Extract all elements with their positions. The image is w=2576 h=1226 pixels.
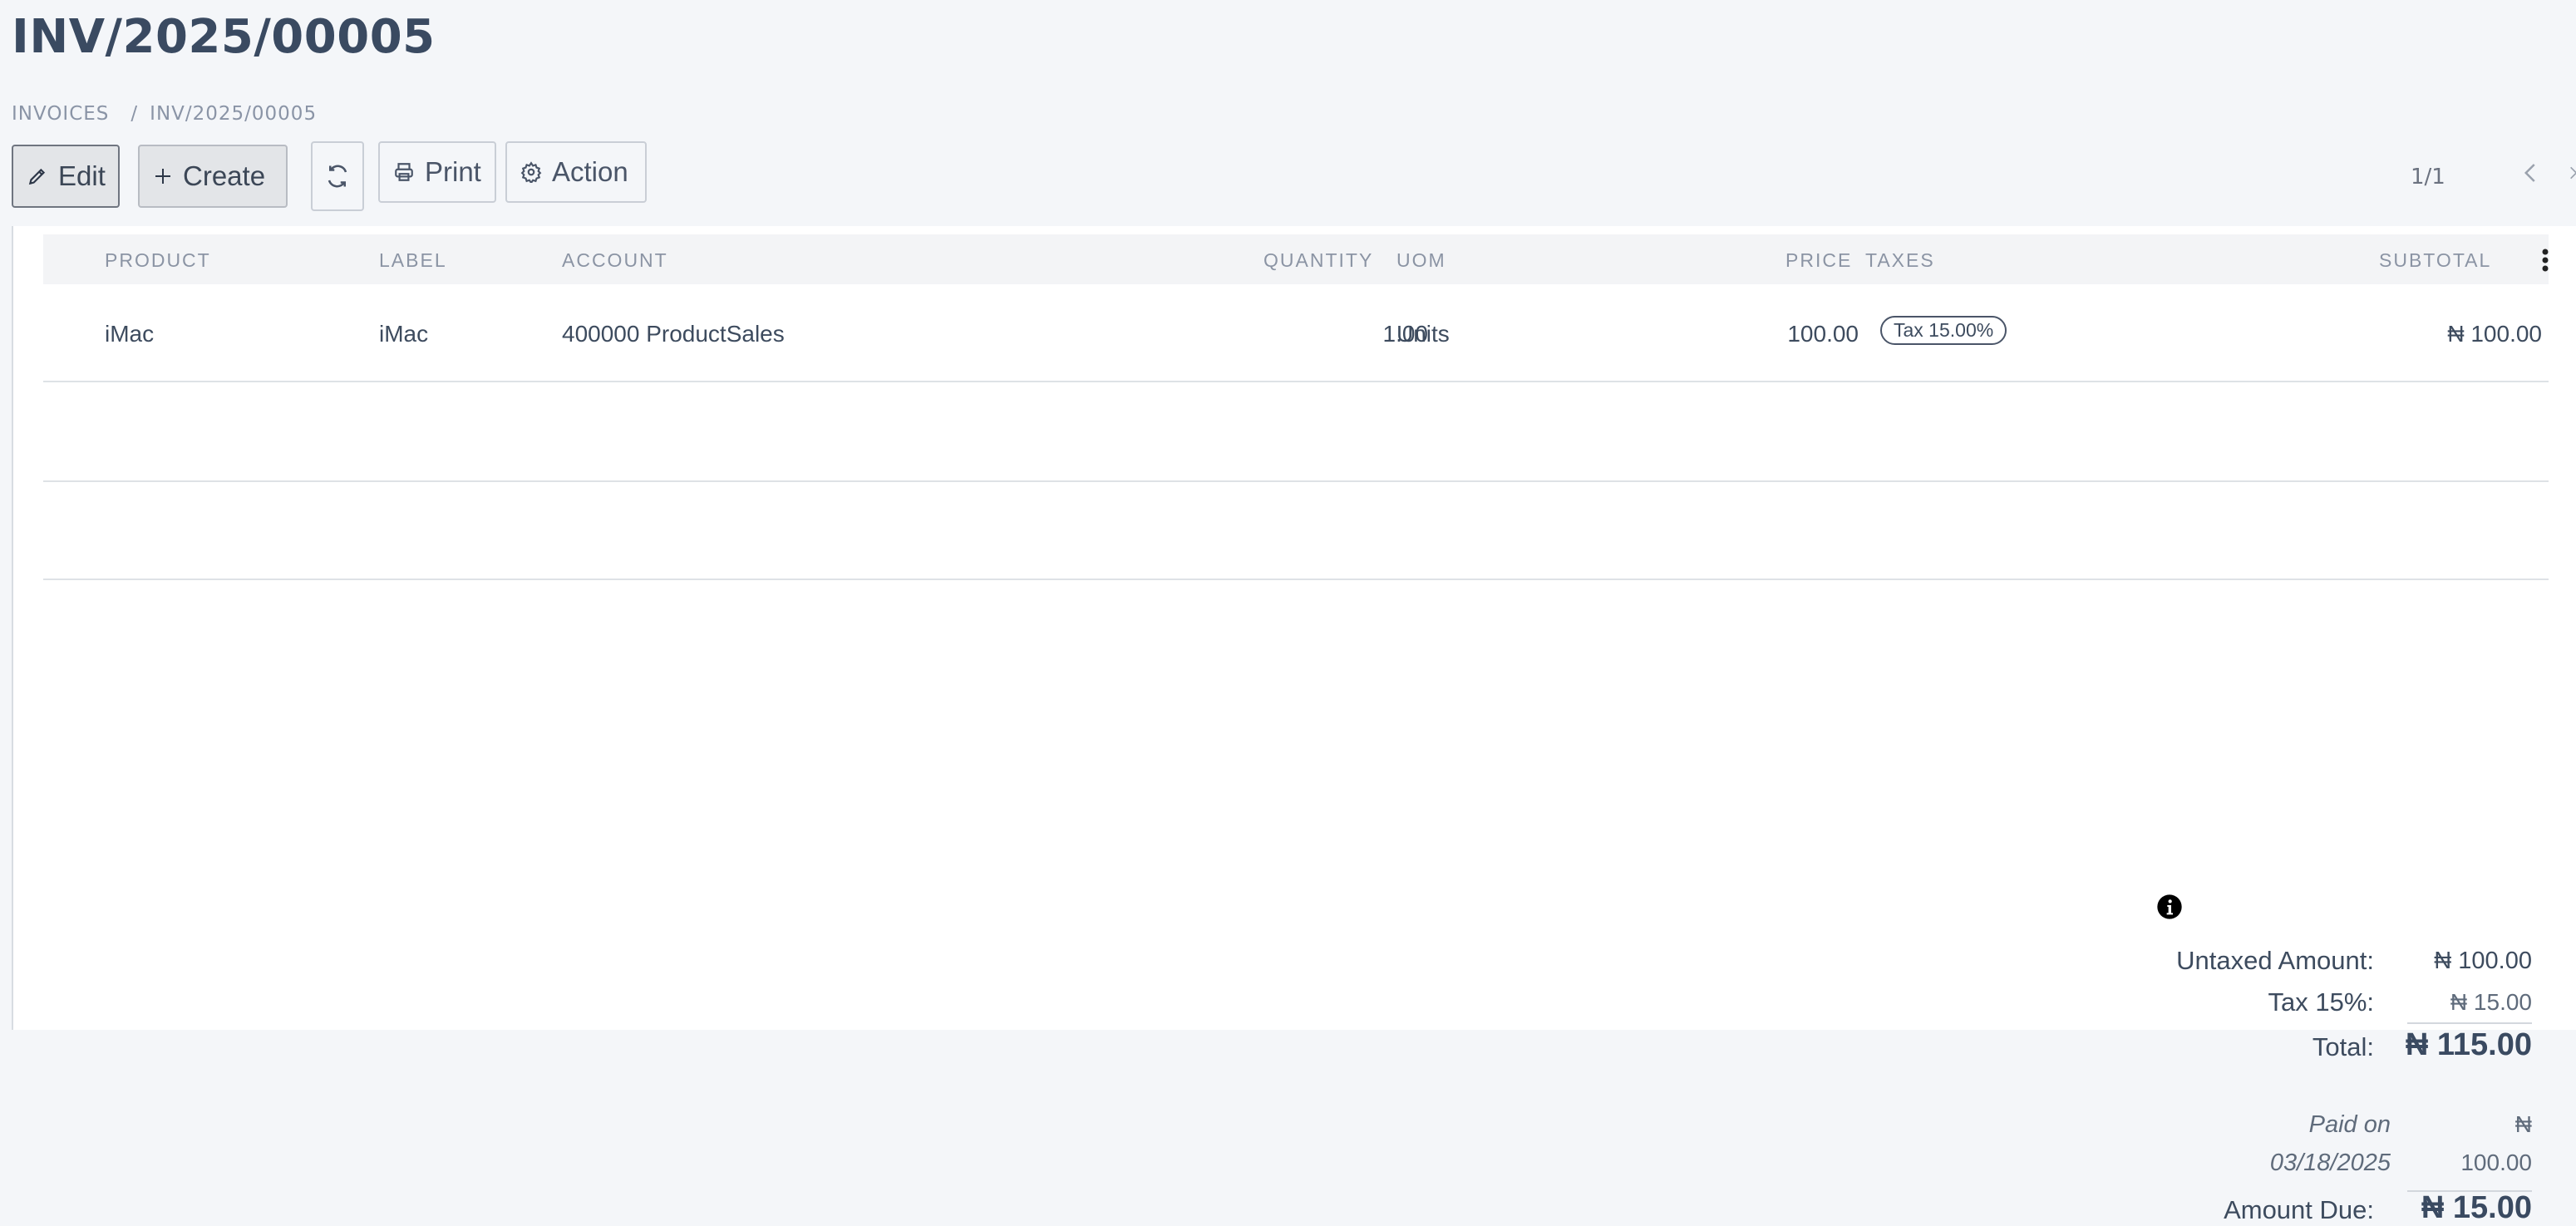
payment-date-line1[interactable]: Paid on	[2309, 1105, 2391, 1144]
divider	[2407, 1022, 2532, 1024]
page-title: INV/2025/00005	[12, 10, 436, 64]
tax-label: Tax 15%:	[2268, 987, 2374, 1017]
cell-label: iMac	[379, 321, 429, 347]
breadcrumb-separator: /	[131, 103, 139, 125]
untaxed-amount-label: Untaxed Amount:	[2176, 946, 2374, 975]
tax-value: ₦ 15.00	[2450, 989, 2532, 1015]
printer-icon	[395, 163, 413, 181]
create-button[interactable]: Create	[138, 145, 288, 208]
plus-icon	[155, 169, 170, 184]
payment-amount: 100.00	[2460, 1150, 2532, 1175]
tax-badge: Tax 15.00%	[1880, 316, 2007, 345]
untaxed-amount-value: ₦ 100.00	[2434, 948, 2532, 974]
breadcrumb-invoices-link[interactable]: INVOICES	[12, 103, 109, 125]
cell-product: iMac	[105, 321, 155, 347]
gear-icon	[520, 161, 542, 183]
total-value: ₦ 115.00	[2405, 1027, 2532, 1062]
action-button-label: Action	[552, 156, 628, 187]
column-header-subtotal[interactable]: SUBTOTAL	[2379, 249, 2491, 272]
column-header-product[interactable]: PRODUCT	[105, 249, 211, 272]
table-row[interactable]: iMac iMac 400000 ProductSales 1.00 Units…	[43, 284, 2549, 382]
payment-currency: ₦	[2514, 1111, 2532, 1137]
column-header-uom[interactable]: UOM	[1396, 249, 1446, 272]
cell-subtotal: ₦ 100.00	[2447, 321, 2542, 347]
column-header-price[interactable]: PRICE	[1785, 249, 1852, 272]
print-button-label: Print	[425, 156, 481, 187]
edit-button[interactable]: Edit	[12, 145, 120, 208]
column-options-icon[interactable]	[2541, 248, 2549, 273]
info-icon[interactable]	[2156, 894, 2183, 920]
empty-table-row	[43, 482, 2549, 580]
breadcrumb: INVOICES / INV/2025/00005	[12, 103, 317, 125]
print-button[interactable]: Print	[378, 141, 496, 203]
column-header-quantity[interactable]: QUANTITY	[1263, 249, 1373, 272]
pencil-icon	[28, 168, 46, 185]
create-button-label: Create	[183, 160, 266, 191]
edit-button-label: Edit	[58, 160, 106, 191]
amount-due-label: Amount Due:	[2224, 1195, 2374, 1224]
amount-due-value: ₦ 15.00	[2421, 1190, 2532, 1225]
cell-account: 400000 ProductSales	[562, 321, 785, 347]
column-header-label[interactable]: LABEL	[379, 249, 447, 272]
empty-table-row	[43, 382, 2549, 482]
pager-value[interactable]: 1/1	[2411, 165, 2445, 190]
chevron-left-icon[interactable]	[2519, 158, 2544, 188]
action-button[interactable]: Action	[505, 141, 647, 203]
cell-price: 100.00	[1787, 321, 1859, 347]
cell-uom: Units	[1396, 321, 1450, 347]
refresh-icon	[328, 165, 347, 188]
payment-date-line2[interactable]: 03/18/2025	[2270, 1144, 2391, 1182]
invoice-sheet: PRODUCT LABEL ACCOUNT QUANTITY UOM PRICE…	[12, 226, 2576, 1225]
table-header: PRODUCT LABEL ACCOUNT QUANTITY UOM PRICE…	[43, 234, 2549, 284]
column-header-account[interactable]: ACCOUNT	[562, 249, 668, 272]
refresh-button[interactable]	[311, 141, 364, 211]
column-header-taxes[interactable]: TAXES	[1865, 249, 1935, 272]
chevron-right-icon[interactable]	[2565, 158, 2576, 188]
total-label: Total:	[2312, 1032, 2374, 1061]
breadcrumb-current: INV/2025/00005	[150, 103, 318, 125]
